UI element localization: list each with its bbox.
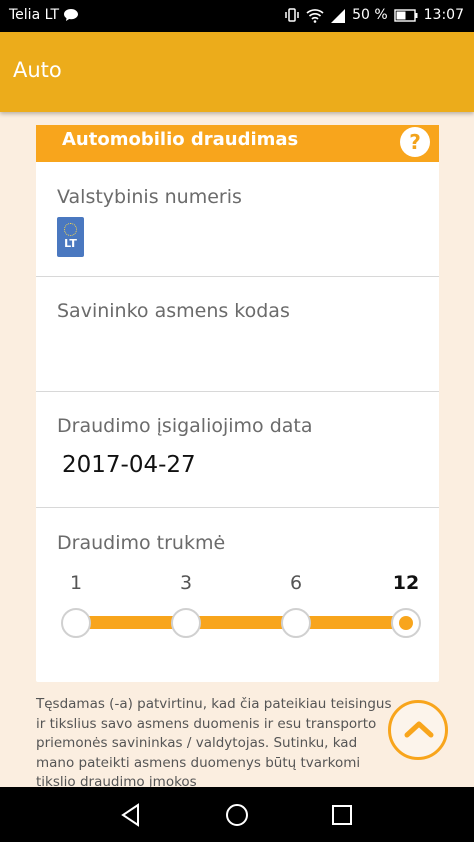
start-date-label: Draudimo įsigaliojimo data	[57, 415, 313, 437]
signal-icon	[330, 8, 346, 23]
duration-knob-12-selected[interactable]	[391, 608, 421, 638]
start-date-field[interactable]: Draudimo įsigaliojimo data 2017-04-27	[36, 392, 439, 508]
back-triangle-icon[interactable]	[118, 801, 146, 829]
home-circle-icon[interactable]	[223, 801, 251, 829]
carrier-name: Telia LT	[9, 7, 60, 23]
app-bar: Auto	[0, 32, 474, 112]
selected-dot	[399, 616, 413, 630]
app-title: Auto	[13, 58, 62, 82]
recents-square-icon[interactable]	[328, 801, 356, 829]
duration-option-label-selected: 12	[392, 572, 420, 594]
plate-number-field[interactable]: Valstybinis numeris LT	[36, 162, 439, 277]
wifi-icon	[306, 8, 324, 23]
plate-number-label: Valstybinis numeris	[57, 186, 242, 208]
eu-stars-icon	[64, 223, 77, 236]
duration-slider-track[interactable]	[76, 616, 406, 629]
battery-icon	[393, 8, 418, 22]
duration-knob-1[interactable]	[61, 608, 91, 638]
eu-plate-badge: LT	[57, 217, 84, 257]
clock: 13:07	[423, 7, 464, 23]
chevron-up-icon	[404, 721, 434, 738]
duration-field: Draudimo trukmė 1 3 6 12	[36, 508, 439, 680]
duration-label: Draudimo trukmė	[57, 532, 226, 554]
owner-code-label: Savininko asmens kodas	[57, 300, 290, 322]
plate-country-code: LT	[64, 237, 77, 250]
duration-option-label: 1	[69, 572, 83, 594]
question-icon[interactable]: ?	[400, 127, 430, 157]
status-left: Telia LT	[9, 7, 79, 23]
duration-knob-6[interactable]	[281, 608, 311, 638]
owner-code-field[interactable]: Savininko asmens kodas	[36, 277, 439, 392]
vibrate-icon	[284, 7, 300, 23]
duration-option-label: 6	[289, 572, 303, 594]
card-header: Automobilio draudimas ?	[36, 125, 439, 162]
legal-consent-text: Tęsdamas (-a) patvirtinu, kad čia pateik…	[36, 696, 392, 790]
duration-option-label: 3	[179, 572, 193, 594]
status-bar: Telia LT 50 % 13:07	[0, 0, 474, 32]
card-bottom	[36, 680, 439, 682]
status-right: 50 % 13:07	[284, 7, 464, 23]
battery-level: 50 %	[352, 7, 388, 23]
duration-knob-3[interactable]	[171, 608, 201, 638]
start-date-value: 2017-04-27	[62, 452, 196, 478]
scroll-to-top-button[interactable]	[388, 700, 448, 760]
navigation-bar	[0, 787, 474, 842]
chat-bubble-icon	[63, 8, 79, 22]
card-title: Automobilio draudimas	[62, 129, 299, 150]
